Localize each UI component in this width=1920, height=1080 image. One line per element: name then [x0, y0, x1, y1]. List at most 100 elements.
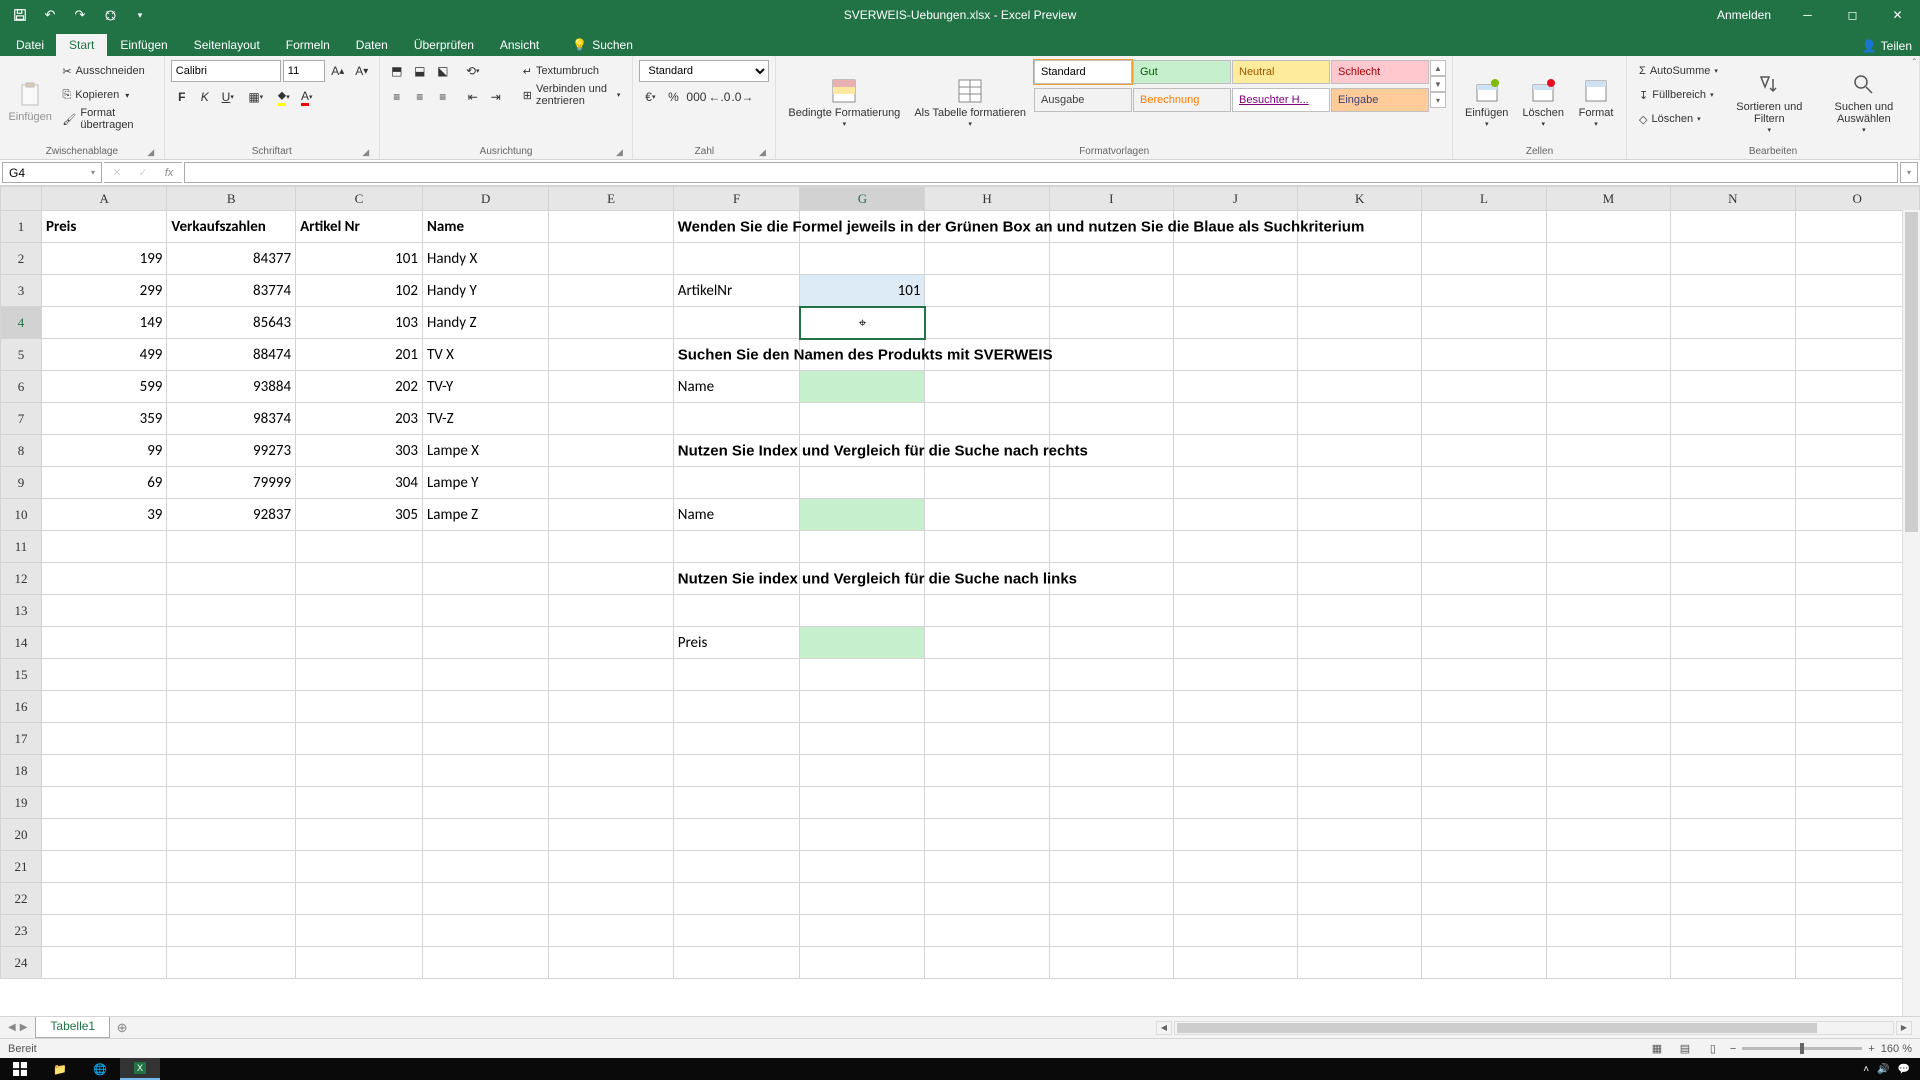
row-header-13[interactable]: 13 [1, 595, 42, 627]
cell[interactable] [41, 883, 166, 915]
cell[interactable]: 98374 [167, 403, 296, 435]
cell[interactable] [1298, 563, 1422, 595]
cell[interactable] [800, 371, 925, 403]
number-format-select[interactable]: Standard [639, 60, 769, 82]
row-header-4[interactable]: 4 [1, 307, 42, 339]
row-header-22[interactable]: 22 [1, 883, 42, 915]
undo-icon[interactable]: ↶ [38, 3, 62, 27]
cell[interactable] [1049, 243, 1173, 275]
cell[interactable] [800, 595, 925, 627]
row-header-5[interactable]: 5 [1, 339, 42, 371]
cell[interactable] [800, 659, 925, 691]
col-header-G[interactable]: G [800, 187, 925, 211]
cell[interactable] [1049, 339, 1173, 371]
cell[interactable] [1298, 947, 1422, 979]
row-header-8[interactable]: 8 [1, 435, 42, 467]
cell[interactable] [549, 691, 673, 723]
cell[interactable] [167, 819, 296, 851]
cell[interactable] [1795, 915, 1920, 947]
cell[interactable] [1795, 243, 1920, 275]
cell[interactable] [1298, 403, 1422, 435]
cell[interactable] [1546, 435, 1670, 467]
cell[interactable] [1546, 627, 1670, 659]
cell[interactable] [925, 851, 1049, 883]
style-standard[interactable]: Standard [1034, 60, 1132, 84]
cell[interactable] [1795, 947, 1920, 979]
tab-seitenlayout[interactable]: Seitenlayout [181, 34, 273, 56]
cell[interactable] [1049, 819, 1173, 851]
cell[interactable] [1671, 499, 1795, 531]
row-header-17[interactable]: 17 [1, 723, 42, 755]
cell[interactable]: TV X [422, 339, 549, 371]
col-header-A[interactable]: A [41, 187, 166, 211]
cell[interactable] [167, 915, 296, 947]
cell[interactable] [1173, 467, 1297, 499]
cell[interactable] [549, 659, 673, 691]
cell[interactable] [549, 851, 673, 883]
cell[interactable] [1298, 307, 1422, 339]
cell[interactable] [1173, 883, 1297, 915]
cell[interactable]: ⌖ [800, 307, 925, 339]
cell[interactable] [1298, 531, 1422, 563]
cell[interactable] [296, 883, 423, 915]
delete-cells-button[interactable]: Löschen▾ [1516, 60, 1570, 145]
cell[interactable] [925, 275, 1049, 307]
cell[interactable] [673, 755, 800, 787]
align-top-icon[interactable]: ⬒ [386, 60, 408, 82]
zoom-out-icon[interactable]: − [1730, 1043, 1736, 1055]
cell[interactable] [167, 723, 296, 755]
cell[interactable] [1671, 211, 1795, 243]
cell[interactable] [1795, 627, 1920, 659]
name-box[interactable]: G4▾ [2, 162, 102, 183]
cell[interactable] [1049, 467, 1173, 499]
cell[interactable] [549, 403, 673, 435]
cell[interactable] [1546, 883, 1670, 915]
cell[interactable] [1671, 819, 1795, 851]
cell[interactable] [925, 691, 1049, 723]
align-center-icon[interactable]: ≡ [409, 86, 431, 108]
cell[interactable] [1795, 883, 1920, 915]
row-header-18[interactable]: 18 [1, 755, 42, 787]
cell[interactable] [925, 371, 1049, 403]
cell[interactable] [1298, 627, 1422, 659]
cell[interactable] [1671, 467, 1795, 499]
cell[interactable] [1546, 499, 1670, 531]
col-header-O[interactable]: O [1795, 187, 1920, 211]
cell[interactable] [1173, 371, 1297, 403]
cell[interactable] [296, 915, 423, 947]
cell[interactable] [673, 467, 800, 499]
cell[interactable]: ArtikelNr [673, 275, 800, 307]
col-header-H[interactable]: H [925, 187, 1049, 211]
cell[interactable] [673, 243, 800, 275]
row-header-23[interactable]: 23 [1, 915, 42, 947]
cell[interactable] [1546, 947, 1670, 979]
style-neutral[interactable]: Neutral [1232, 60, 1330, 84]
cell[interactable] [1671, 275, 1795, 307]
row-header-12[interactable]: 12 [1, 563, 42, 595]
cell[interactable] [1049, 915, 1173, 947]
search-label[interactable]: Suchen [592, 38, 633, 52]
cell[interactable] [1298, 819, 1422, 851]
close-icon[interactable]: ✕ [1875, 0, 1920, 30]
quicklaunch-icon[interactable] [98, 3, 122, 27]
merge-center-button[interactable]: ⊞Verbinden und zentrieren▾ [517, 84, 627, 106]
tab-daten[interactable]: Daten [343, 34, 401, 56]
cell[interactable] [1546, 691, 1670, 723]
cell[interactable] [1546, 371, 1670, 403]
cell[interactable] [1422, 659, 1546, 691]
cell[interactable] [549, 531, 673, 563]
decrease-font-icon[interactable]: A▾ [351, 60, 373, 82]
cell[interactable] [549, 467, 673, 499]
zoom-in-icon[interactable]: + [1868, 1043, 1874, 1055]
cell[interactable] [41, 595, 166, 627]
cell[interactable] [673, 787, 800, 819]
cell[interactable] [422, 531, 549, 563]
cell[interactable]: Preis [673, 627, 800, 659]
cell[interactable] [1422, 563, 1546, 595]
cell[interactable] [1671, 339, 1795, 371]
underline-button[interactable]: U▾ [217, 86, 239, 108]
add-sheet-button[interactable]: ⊕ [110, 1017, 134, 1038]
paste-button[interactable]: Einfügen [6, 60, 54, 145]
cell[interactable]: 201 [296, 339, 423, 371]
cell[interactable] [1546, 851, 1670, 883]
